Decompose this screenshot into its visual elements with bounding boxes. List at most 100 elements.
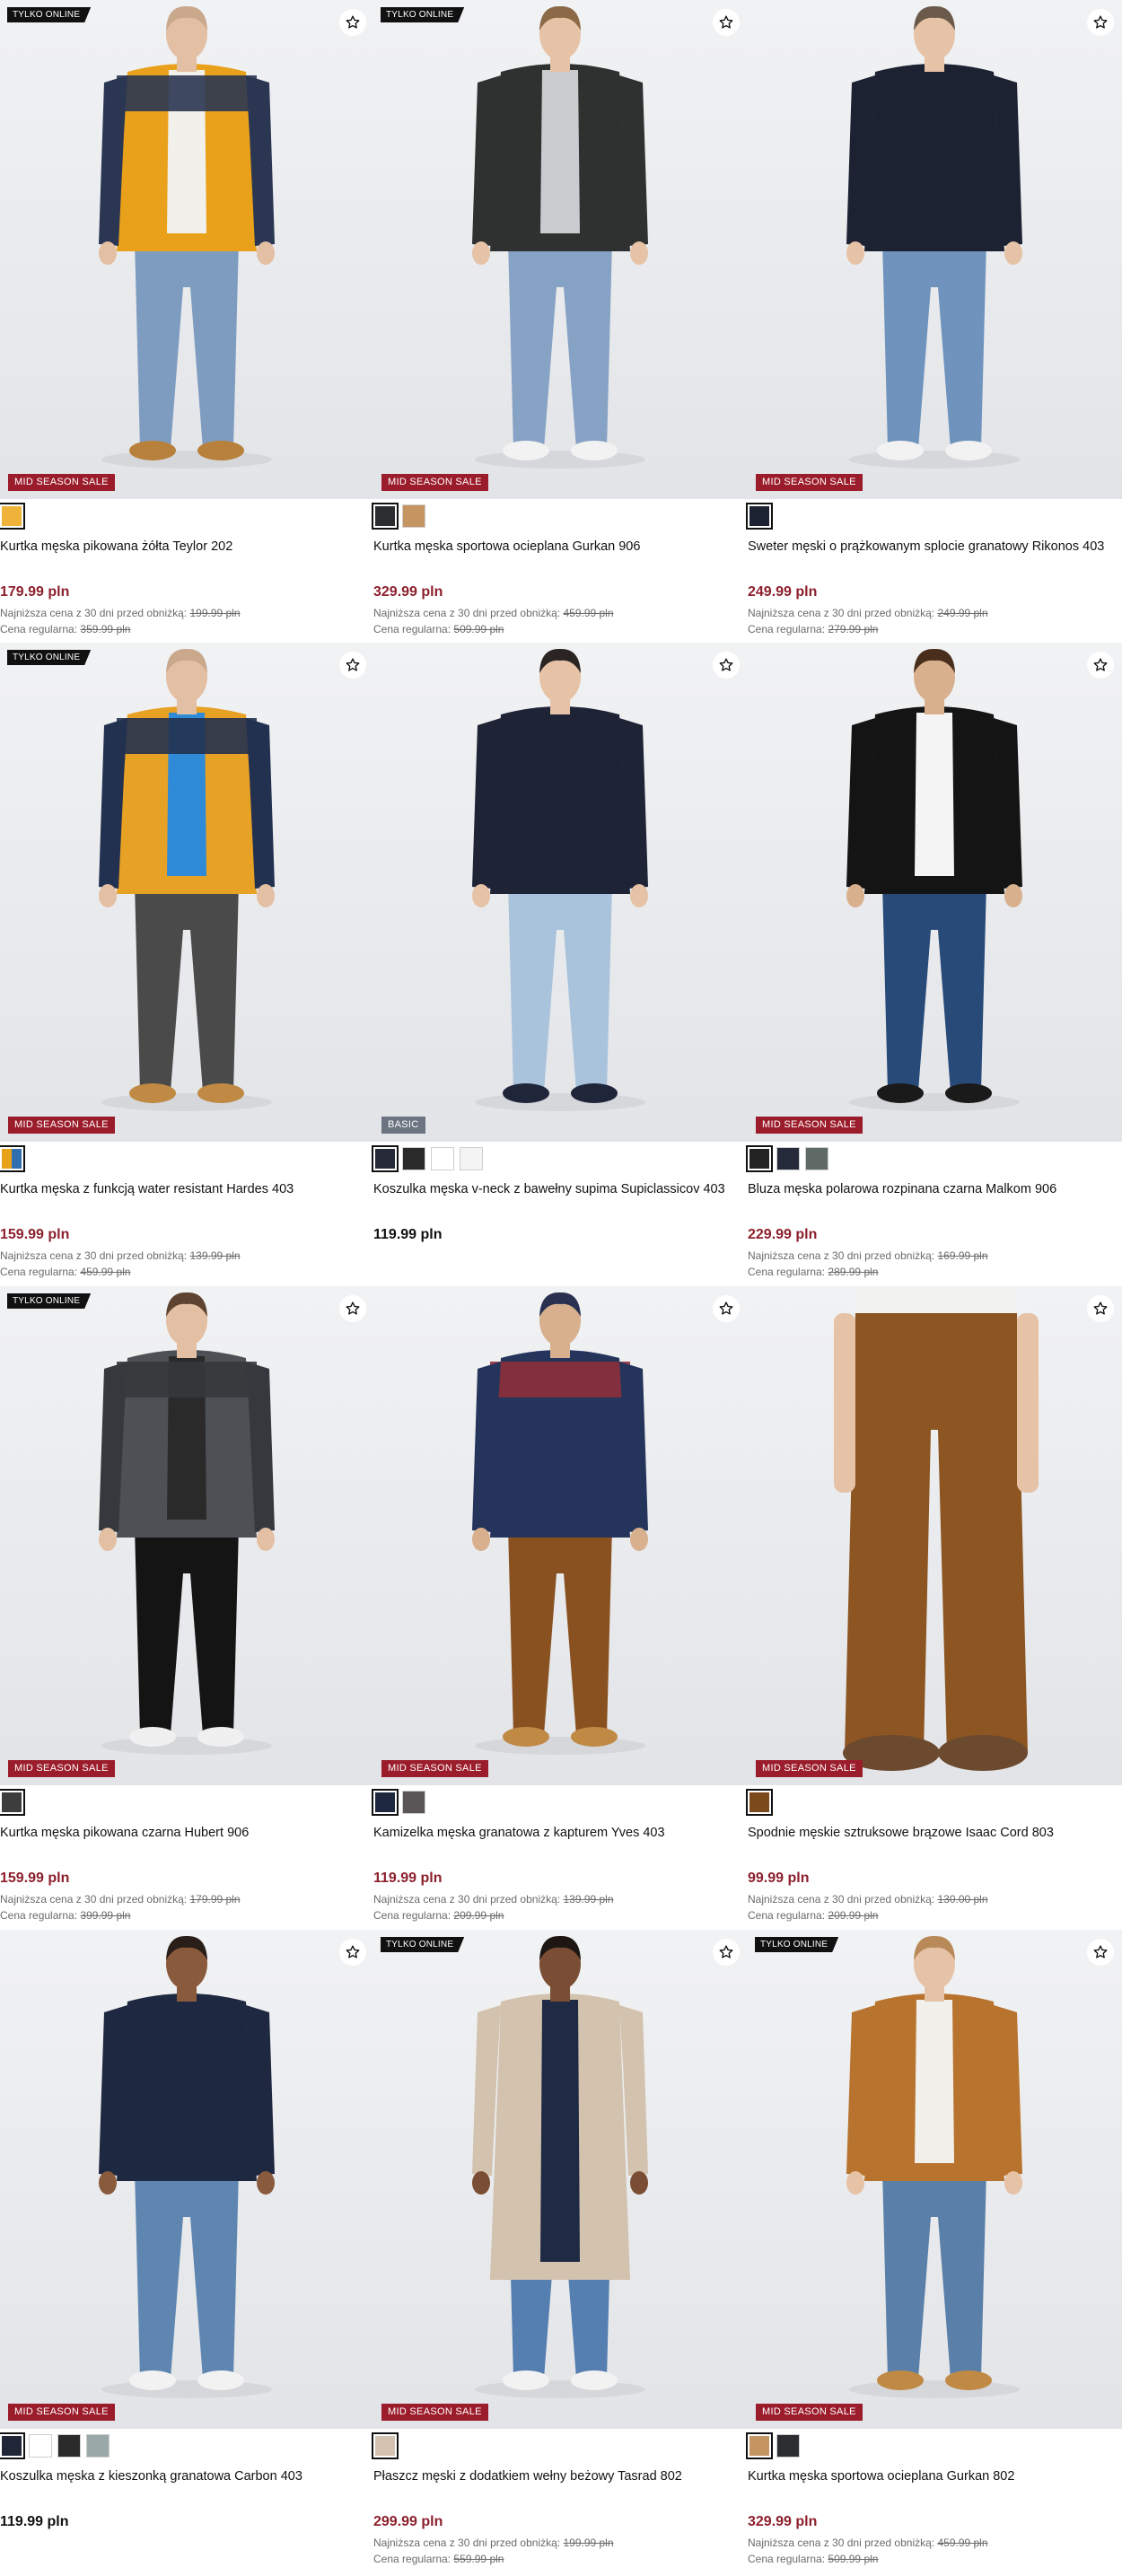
product-photo-image[interactable]	[0, 1286, 374, 1785]
product-name[interactable]: Kurtka męska z funkcją water resistant H…	[0, 1182, 374, 1196]
product-name[interactable]: Spodnie męskie sztruksowe brązowe Isaac …	[748, 1826, 1122, 1840]
product-card[interactable]: TYLKO ONLINE MID SEASON SALE Kurtka męska …	[0, 643, 374, 1286]
product-name[interactable]: Płaszcz męski z dodatkiem wełny beżowy T…	[373, 2469, 748, 2484]
color-swatch[interactable]	[402, 504, 425, 528]
favorite-button[interactable]	[713, 1295, 740, 1322]
left-shoe	[129, 441, 176, 460]
product-name[interactable]: Sweter męski o prążkowanym splocie grana…	[748, 539, 1122, 554]
regular-price-label: Cena regularna:	[373, 2553, 451, 2565]
regular-price-value: 289.99 pln	[828, 1266, 879, 1278]
lowest-price-value: 179.99 pln	[189, 1893, 241, 1906]
product-photo[interactable]: TYLKO ONLINE MID SEASON SALE	[373, 0, 748, 499]
product-photo-image[interactable]	[748, 643, 1122, 1142]
favorite-button[interactable]	[339, 1295, 366, 1322]
product-name[interactable]: Koszulka męska z kieszonką granatowa Car…	[0, 2469, 374, 2484]
product-photo-image[interactable]	[0, 1930, 374, 2429]
product-photo[interactable]: TYLKO ONLINE MID SEASON SALE	[748, 1930, 1122, 2429]
color-swatch[interactable]	[0, 2432, 25, 2459]
product-photo-image[interactable]	[0, 643, 374, 1142]
product-name[interactable]: Kurtka męska sportowa ocieplana Gurkan 8…	[748, 2469, 1122, 2484]
favorite-button[interactable]	[339, 1939, 366, 1966]
color-swatch[interactable]	[57, 2434, 81, 2458]
color-swatch[interactable]	[372, 2432, 399, 2459]
product-card[interactable]: TYLKO ONLINE MID SEASON SALE Kurtka męska …	[746, 1930, 1122, 2573]
color-swatch[interactable]	[460, 1147, 483, 1170]
product-photo[interactable]: MID SEASON SALE	[748, 0, 1122, 499]
product-photo-image[interactable]	[748, 0, 1122, 499]
product-photo[interactable]: MID SEASON SALE	[748, 643, 1122, 1142]
product-price: 159.99 pln	[0, 1871, 70, 1886]
right-hand	[630, 1528, 648, 1551]
online-only-badge: TYLKO ONLINE	[7, 7, 91, 22]
product-name[interactable]: Kurtka męska pikowana czarna Hubert 906	[0, 1826, 374, 1840]
product-card[interactable]: TYLKO ONLINE MID SEASON SALE Kurtka męska …	[372, 0, 748, 644]
color-swatch[interactable]	[746, 1789, 773, 1816]
product-card[interactable]: MID SEASON SALE Spodnie męskie sztruksowe…	[746, 1286, 1122, 1930]
favorite-button[interactable]	[1087, 652, 1114, 679]
color-swatch[interactable]	[86, 2434, 110, 2458]
product-price: 119.99 pln	[373, 1227, 443, 1242]
color-swatch[interactable]	[746, 1145, 773, 1172]
product-photo[interactable]: TYLKO ONLINE MID SEASON SALE	[0, 643, 374, 1142]
left-hand	[472, 2171, 490, 2195]
product-card[interactable]: TYLKO ONLINE MID SEASON SALE Kurtka męska …	[0, 1286, 374, 1930]
favorite-button[interactable]	[713, 652, 740, 679]
product-photo[interactable]: BASIC	[373, 643, 748, 1142]
favorite-button[interactable]	[1087, 1939, 1114, 1966]
color-swatch[interactable]	[402, 1147, 425, 1170]
color-swatches	[0, 2432, 110, 2461]
color-swatch[interactable]	[776, 2434, 800, 2458]
color-swatch[interactable]	[372, 1145, 399, 1172]
product-photo-image[interactable]	[748, 1286, 1122, 1785]
product-card[interactable]: TYLKO ONLINE MID SEASON SALE Kurtka męska …	[0, 0, 374, 644]
product-card[interactable]: MID SEASON SALE Kamizelka męska granatowa…	[372, 1286, 748, 1930]
product-card[interactable]: MID SEASON SALE Bluza męska polarowa rozp…	[746, 643, 1122, 1286]
color-swatch[interactable]	[805, 1147, 828, 1170]
product-photo[interactable]: MID SEASON SALE	[0, 1930, 374, 2429]
favorite-button[interactable]	[339, 652, 366, 679]
color-swatches	[0, 503, 25, 531]
favorite-button[interactable]	[1087, 9, 1114, 36]
sale-label: MID SEASON SALE	[8, 2404, 115, 2421]
color-swatch[interactable]	[372, 1789, 399, 1816]
color-swatch[interactable]	[0, 1789, 25, 1816]
color-swatch[interactable]	[372, 503, 399, 530]
product-photo[interactable]: MID SEASON SALE	[748, 1286, 1122, 1785]
favorite-button[interactable]	[713, 1939, 740, 1966]
product-card[interactable]: BASIC Koszulka męska v-neck z bawełny sup…	[372, 643, 748, 1286]
color-swatch[interactable]	[402, 1791, 425, 1814]
color-swatch[interactable]	[0, 1145, 25, 1172]
favorite-button[interactable]	[713, 9, 740, 36]
product-name[interactable]: Kurtka męska sportowa ocieplana Gurkan 9…	[373, 539, 748, 554]
product-photo-image[interactable]	[373, 643, 748, 1142]
product-price: 179.99 pln	[0, 584, 70, 600]
product-photo[interactable]: MID SEASON SALE	[373, 1286, 748, 1785]
product-card[interactable]: MID SEASON SALE Sweter męski o prążkowany…	[746, 0, 1122, 644]
color-swatch[interactable]	[431, 1147, 454, 1170]
favorite-button[interactable]	[339, 9, 366, 36]
product-photo[interactable]: TYLKO ONLINE MID SEASON SALE	[0, 0, 374, 499]
product-name[interactable]: Bluza męska polarowa rozpinana czarna Ma…	[748, 1182, 1122, 1196]
regular-price-label: Cena regularna:	[0, 623, 78, 635]
product-name[interactable]: Kurtka męska pikowana żółta Teylor 202	[0, 539, 374, 554]
color-swatch[interactable]	[776, 1147, 800, 1170]
color-swatch[interactable]	[0, 503, 25, 530]
product-photo-image[interactable]	[373, 1930, 748, 2429]
product-photo[interactable]: TYLKO ONLINE MID SEASON SALE	[0, 1286, 374, 1785]
color-swatch[interactable]	[746, 2432, 773, 2459]
color-swatch[interactable]	[746, 503, 773, 530]
left-shoe	[503, 1727, 549, 1747]
product-photo-image[interactable]	[0, 0, 374, 499]
product-card[interactable]: MID SEASON SALE Koszulka męska z kieszonk…	[0, 1930, 374, 2573]
product-photo[interactable]: TYLKO ONLINE MID SEASON SALE	[373, 1930, 748, 2429]
favorite-button[interactable]	[1087, 1295, 1114, 1322]
product-name[interactable]: Kamizelka męska granatowa z kapturem Yve…	[373, 1826, 748, 1840]
product-photo-image[interactable]	[373, 0, 748, 499]
left-hand	[99, 1528, 117, 1551]
product-card[interactable]: TYLKO ONLINE MID SEASON SALE Płaszcz męski…	[372, 1930, 748, 2573]
product-name[interactable]: Koszulka męska v-neck z bawełny supima S…	[373, 1182, 748, 1196]
right-shoe	[197, 1727, 244, 1747]
color-swatch[interactable]	[29, 2434, 52, 2458]
product-photo-image[interactable]	[748, 1930, 1122, 2429]
product-photo-image[interactable]	[373, 1286, 748, 1785]
